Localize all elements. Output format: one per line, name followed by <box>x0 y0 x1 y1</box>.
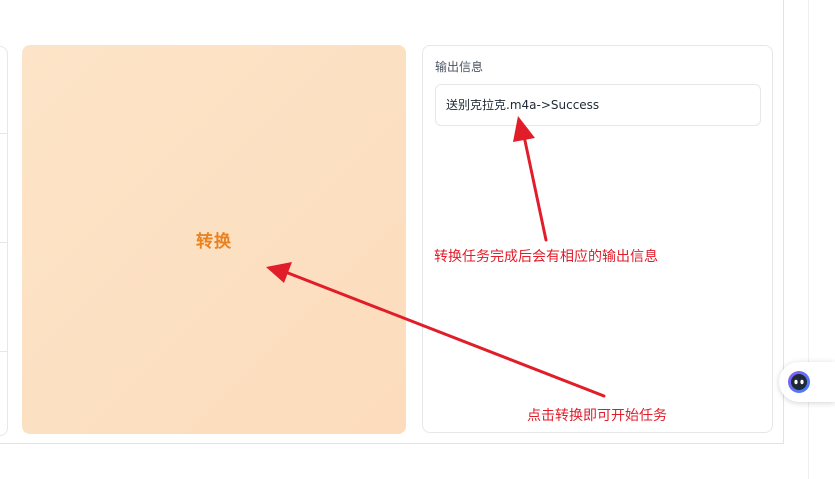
annotation-convert-hint: 点击转换即可开始任务 <box>527 408 667 424</box>
left-panel <box>0 46 8 436</box>
left-panel-divider <box>0 133 7 134</box>
output-message: 送别克拉克.m4a->Success <box>446 98 600 112</box>
scrollbar-track[interactable] <box>808 0 835 479</box>
content-area: 转换 输出信息 送别克拉克.m4a->Success <box>0 0 784 444</box>
convert-button-label: 转换 <box>196 232 232 251</box>
top-strip <box>0 0 783 38</box>
page: 转换 输出信息 送别克拉克.m4a->Success 转换任务完成后会有相应的输… <box>0 0 835 479</box>
output-panel: 输出信息 送别克拉克.m4a->Success <box>422 45 773 433</box>
assistant-button[interactable] <box>779 362 835 402</box>
left-panel-divider <box>0 351 7 352</box>
convert-button[interactable]: 转换 <box>22 45 406 434</box>
annotation-output-hint: 转换任务完成后会有相应的输出信息 <box>434 249 658 265</box>
assistant-face-icon <box>788 371 810 393</box>
output-title: 输出信息 <box>435 60 484 74</box>
output-message-box[interactable]: 送别克拉克.m4a->Success <box>435 84 761 126</box>
left-panel-divider <box>0 242 7 243</box>
